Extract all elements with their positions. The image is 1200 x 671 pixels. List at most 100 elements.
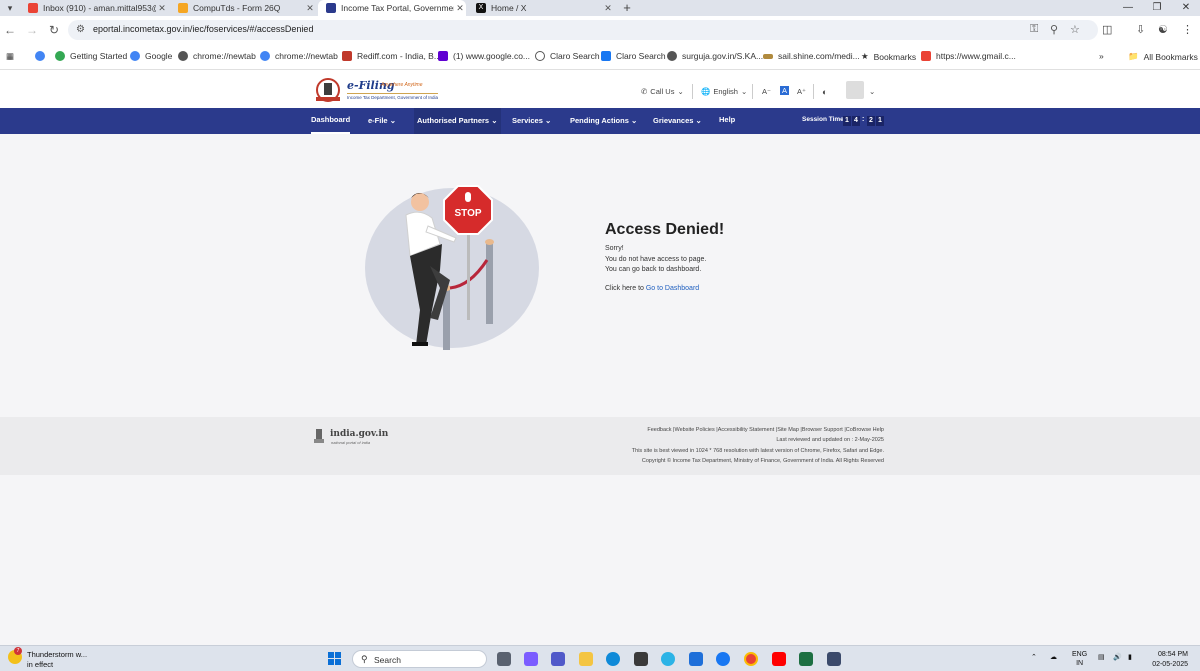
- excel-icon[interactable]: [799, 652, 813, 666]
- weather-app-icon[interactable]: [661, 652, 675, 666]
- bookmark-newtab-1[interactable]: chrome://newtab: [178, 51, 256, 61]
- font-normal-button[interactable]: A: [780, 86, 790, 95]
- password-key-icon[interactable]: ⚿: [1030, 23, 1038, 36]
- start-button[interactable]: [328, 652, 341, 665]
- translate-icon[interactable]: ☯: [1158, 23, 1168, 36]
- youtube-icon[interactable]: [772, 652, 786, 666]
- bookmark-claro-search-1[interactable]: Claro Search: [535, 51, 600, 61]
- india-gov-brand[interactable]: india.gov.in: [330, 429, 388, 439]
- taskbar-search-input[interactable]: ⚲ Search: [352, 650, 487, 668]
- tab-title: CompuTds - Form 26Q: [193, 3, 281, 13]
- download-icon[interactable]: ⇩: [1136, 23, 1145, 36]
- network-icon[interactable]: ▤: [1098, 653, 1105, 661]
- language-dropdown[interactable]: 🌐 English ⌄: [701, 87, 747, 96]
- tab-computds[interactable]: CompuTds - Form 26Q ✕: [170, 0, 316, 16]
- store-icon[interactable]: [634, 652, 648, 666]
- edge-icon[interactable]: [606, 652, 620, 666]
- extensions-icon[interactable]: ◫: [1102, 23, 1112, 36]
- bookmark-claro-search-2[interactable]: Claro Search: [601, 51, 666, 61]
- search-placeholder: Search: [374, 655, 401, 665]
- bookmarks-overflow-icon[interactable]: »: [1099, 51, 1104, 61]
- site-info-icon[interactable]: ⚙: [76, 24, 85, 35]
- nav-dashboard[interactable]: Dashboard: [311, 108, 351, 134]
- zoom-icon[interactable]: ⚲: [1050, 23, 1058, 36]
- call-us-dropdown[interactable]: ✆ Call Us ⌄: [641, 87, 684, 96]
- weather-title[interactable]: Thunderstorm w...: [27, 650, 87, 659]
- bookmark-newtab-2[interactable]: chrome://newtab: [260, 51, 338, 61]
- facebook-icon: [601, 51, 611, 61]
- stop-sign-icon: STOP: [443, 185, 493, 235]
- gmail-icon: [28, 3, 38, 13]
- task-view-icon[interactable]: [497, 652, 511, 666]
- facebook-icon[interactable]: [716, 652, 730, 666]
- close-icon[interactable]: ✕: [602, 3, 614, 14]
- reload-button[interactable]: ↻: [46, 22, 62, 38]
- tab-income-tax-portal[interactable]: Income Tax Portal, Government ✕: [318, 0, 466, 16]
- minimize-button[interactable]: —: [1114, 0, 1142, 16]
- bookmark-getting-started-label[interactable]: Getting Started: [55, 51, 127, 61]
- font-increase-button[interactable]: A⁺: [797, 87, 806, 96]
- bookmark-label: Claro Search: [550, 51, 600, 61]
- bookmark-label: https://www.gmail.c...: [936, 51, 1016, 61]
- bookmark-rediff[interactable]: Rediff.com - India, B...: [342, 51, 441, 61]
- file-explorer-icon[interactable]: [579, 652, 593, 666]
- teams-icon[interactable]: [551, 652, 565, 666]
- font-decrease-button[interactable]: A⁻: [762, 87, 771, 96]
- google-icon: [130, 51, 140, 61]
- nav-label: e-File: [368, 116, 388, 125]
- tab-x-home[interactable]: X Home / X ✕: [468, 0, 614, 16]
- tab-gmail[interactable]: Inbox (910) - aman.mittal953@ ✕: [20, 0, 168, 16]
- bookmark-gmail[interactable]: https://www.gmail.c...: [921, 51, 1016, 61]
- stop-sign-text: STOP: [454, 208, 481, 219]
- chrome-icon[interactable]: [744, 652, 758, 666]
- nav-services[interactable]: Services ⌄: [512, 108, 551, 134]
- bookmark-google-yahoo[interactable]: (1) www.google.co...: [438, 51, 530, 61]
- chevron-down-icon[interactable]: ⌄: [869, 87, 875, 96]
- url-text[interactable]: eportal.incometax.gov.in/iec/foservices/…: [93, 24, 313, 34]
- language-indicator[interactable]: ENG IN: [1072, 650, 1087, 668]
- windows-taskbar: 7 Thunderstorm w... in effect ⚲ Search ⌃…: [0, 645, 1200, 671]
- nav-grievances[interactable]: Grievances ⌄: [653, 108, 702, 134]
- bookmark-label: Bookmarks: [873, 51, 917, 62]
- footer-links[interactable]: Feedback |Website Policies |Accessibilit…: [647, 427, 884, 433]
- contrast-icon[interactable]: ◐: [822, 87, 827, 97]
- volume-icon[interactable]: 🔊: [1113, 653, 1122, 661]
- back-button[interactable]: ←: [2, 22, 18, 38]
- clock[interactable]: 08:54 PM 02-05-2025: [1152, 650, 1188, 670]
- bookmark-google[interactable]: Google: [130, 51, 172, 61]
- nav-help[interactable]: Help: [719, 107, 735, 133]
- forward-button[interactable]: →: [24, 22, 40, 38]
- close-icon[interactable]: ✕: [304, 3, 316, 14]
- restore-button[interactable]: ❐: [1143, 0, 1171, 16]
- bookmark-getting-started[interactable]: [35, 51, 50, 61]
- close-icon[interactable]: ✕: [156, 3, 168, 14]
- all-bookmarks[interactable]: 📁 All Bookmarks: [1128, 51, 1198, 62]
- national-emblem-icon[interactable]: [312, 427, 326, 445]
- avatar[interactable]: [846, 81, 864, 99]
- copilot-icon[interactable]: [524, 652, 538, 666]
- go-to-dashboard-link[interactable]: Go to Dashboard: [646, 285, 699, 292]
- nav-pending-actions[interactable]: Pending Actions ⌄: [570, 108, 637, 134]
- close-icon[interactable]: ✕: [454, 3, 466, 14]
- bookmark-star-icon[interactable]: ☆: [1070, 23, 1080, 36]
- nav-e-file[interactable]: e-File ⌄: [368, 108, 396, 134]
- chevron-up-icon[interactable]: ⌃: [1031, 653, 1037, 661]
- site-header: e-Filing Anywhere Anytime Income Tax Dep…: [0, 70, 1200, 108]
- emblem-logo-icon[interactable]: [312, 77, 344, 103]
- bookmark-surguja[interactable]: surguja.gov.in/S.KA...: [667, 51, 763, 61]
- nav-authorised-partners[interactable]: Authorised Partners ⌄: [414, 108, 501, 134]
- close-window-button[interactable]: ✕: [1172, 0, 1200, 16]
- clock-time: 08:54 PM: [1158, 651, 1188, 658]
- new-tab-button[interactable]: +: [620, 0, 634, 16]
- battery-icon[interactable]: ▮: [1128, 653, 1132, 661]
- menu-icon[interactable]: ⋮: [1182, 23, 1193, 36]
- omnibox[interactable]: ⚙ eportal.incometax.gov.in/iec/foservice…: [68, 20, 1098, 40]
- cloud-icon[interactable]: ☁: [1050, 653, 1057, 661]
- calculator-icon[interactable]: [827, 652, 841, 666]
- mail-icon[interactable]: [689, 652, 703, 666]
- tab-search-icon[interactable]: ▾: [0, 0, 20, 16]
- address-bar: ← → ↻ ⚙ eportal.incometax.gov.in/iec/fos…: [0, 16, 1200, 44]
- apps-grid-icon[interactable]: ▦: [6, 51, 14, 62]
- bookmark-bookmarks[interactable]: ★ Bookmarks: [861, 51, 916, 62]
- bookmark-sail-shine[interactable]: sail.shine.com/medi...: [763, 51, 860, 61]
